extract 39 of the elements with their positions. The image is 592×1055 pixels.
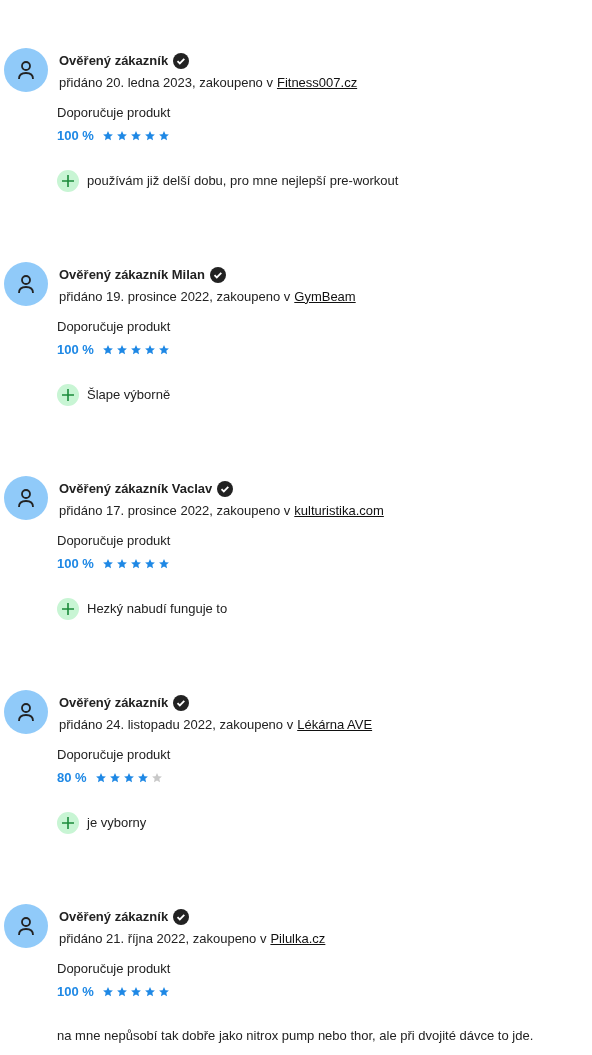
user-icon [17, 916, 35, 936]
purchase-info: přidáno 21. října 2022, zakoupeno v [59, 929, 267, 948]
shop-link[interactable]: kulturistika.com [294, 500, 384, 520]
author-name: Ověřený zákazník [59, 908, 169, 926]
plus-icon [57, 383, 79, 406]
user-icon [17, 60, 35, 80]
recommend-label: Doporučuje produkt [57, 104, 172, 122]
rating-percent: 80 % [57, 769, 87, 787]
plus-icon [57, 597, 79, 620]
plus-icon [57, 169, 79, 192]
rating-percent: 100 % [57, 555, 94, 573]
user-icon [17, 488, 35, 508]
purchase-info: přidáno 19. prosince 2022, zakoupeno v [59, 287, 291, 306]
review-text: na mne nepůsobí tak dobře jako nitrox pump nebo thor, ale při dvojité dávce to jde. [57, 1026, 535, 1045]
purchase-info: přidáno 17. prosince 2022, zakoupeno v [59, 501, 291, 520]
purchase-info: přidáno 20. ledna 2023, zakoupeno v [59, 73, 273, 92]
recommend-label: Doporučuje produkt [57, 318, 172, 336]
rating-percent: 100 % [57, 341, 94, 359]
author-name: Ověřený zákazník [59, 694, 169, 712]
author-name: Ověřený zákazník [59, 52, 169, 70]
shop-link[interactable]: Fitness007.cz [276, 72, 358, 92]
shop-link[interactable]: Lékárna AVE [297, 714, 373, 734]
user-icon [17, 702, 35, 722]
recommend-label: Doporučuje produkt [57, 746, 172, 764]
pro-text: je vyborny [87, 813, 147, 832]
rating-percent: 100 % [57, 127, 94, 145]
author-name: Ověřený zákazník Milan [59, 266, 205, 284]
user-icon [17, 274, 35, 294]
rating-percent: 100 % [57, 983, 94, 1001]
shop-link[interactable]: Pilulka.cz [270, 928, 326, 948]
author-name: Ověřený zákazník Vaclav [59, 480, 213, 498]
pro-text: Hezký nabudí funguje to [87, 599, 228, 618]
shop-link[interactable]: GymBeam [294, 286, 356, 306]
purchase-info: přidáno 24. listopadu 2022, zakoupeno v [59, 715, 294, 734]
recommend-label: Doporučuje produkt [57, 960, 172, 978]
pro-text: používám již delší dobu, pro mne nejlepší pre-workout [87, 171, 399, 190]
recommend-label: Doporučuje produkt [57, 532, 172, 550]
pro-text: Šlape výborně [87, 385, 171, 404]
plus-icon [57, 811, 79, 834]
